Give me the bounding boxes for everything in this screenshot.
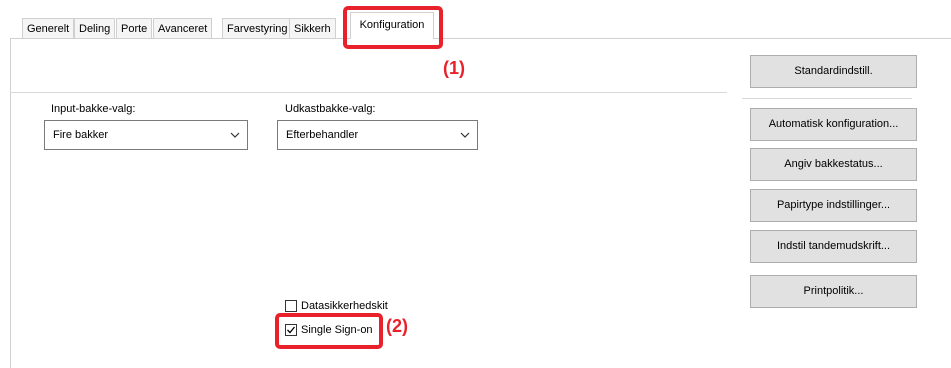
data-security-check-box[interactable] <box>285 300 297 312</box>
paper-type-settings-button[interactable]: Papirtype indstillinger... <box>750 189 917 222</box>
input-tray-value: Fire bakker <box>53 129 109 141</box>
tab-konfiguration[interactable]: Konfiguration <box>350 12 434 39</box>
output-tray-dropdown[interactable]: Efterbehandler <box>277 120 478 150</box>
tandem-print-button[interactable]: Indstil tandemudskrift... <box>750 230 917 263</box>
input-tray-dropdown[interactable]: Fire bakker <box>44 120 248 150</box>
tab-avanceret[interactable]: Avanceret <box>153 18 213 38</box>
data-security-checkbox[interactable]: Datasikkerhedskit <box>285 300 388 312</box>
tab-deling[interactable]: Deling <box>74 18 116 38</box>
chevron-down-icon <box>230 132 240 138</box>
section-divider <box>10 92 727 93</box>
auto-configuration-button[interactable]: Automatisk konfiguration... <box>750 108 917 141</box>
data-security-label: Datasikkerhedskit <box>301 300 388 312</box>
single-sign-on-checkbox[interactable]: Single Sign-on <box>285 324 373 336</box>
tab-sikkerhed[interactable]: Sikkerh <box>289 18 336 38</box>
print-policy-button[interactable]: Printpolitik... <box>750 275 917 308</box>
tab-strip: Generelt Deling Porte Avanceret Farvesty… <box>0 0 951 39</box>
single-sign-on-label: Single Sign-on <box>301 324 373 336</box>
button-divider <box>742 98 912 99</box>
tab-porte[interactable]: Porte <box>116 18 153 38</box>
tab-generelt[interactable]: Generelt <box>22 18 75 38</box>
input-tray-label: Input-bakke-valg: <box>51 103 136 115</box>
chevron-down-icon <box>460 132 470 138</box>
single-sign-on-check-box[interactable] <box>285 324 297 336</box>
tray-status-button[interactable]: Angiv bakkestatus... <box>750 148 917 181</box>
checkmark-icon <box>287 326 296 334</box>
callout-label-1: (1) <box>443 58 465 78</box>
callout-label-2: (2) <box>386 316 408 336</box>
default-settings-button[interactable]: Standardindstill. <box>750 55 917 88</box>
tab-farvestyring[interactable]: Farvestyring <box>222 18 293 38</box>
output-tray-label: Udkastbakke-valg: <box>285 103 376 115</box>
output-tray-value: Efterbehandler <box>286 129 359 141</box>
